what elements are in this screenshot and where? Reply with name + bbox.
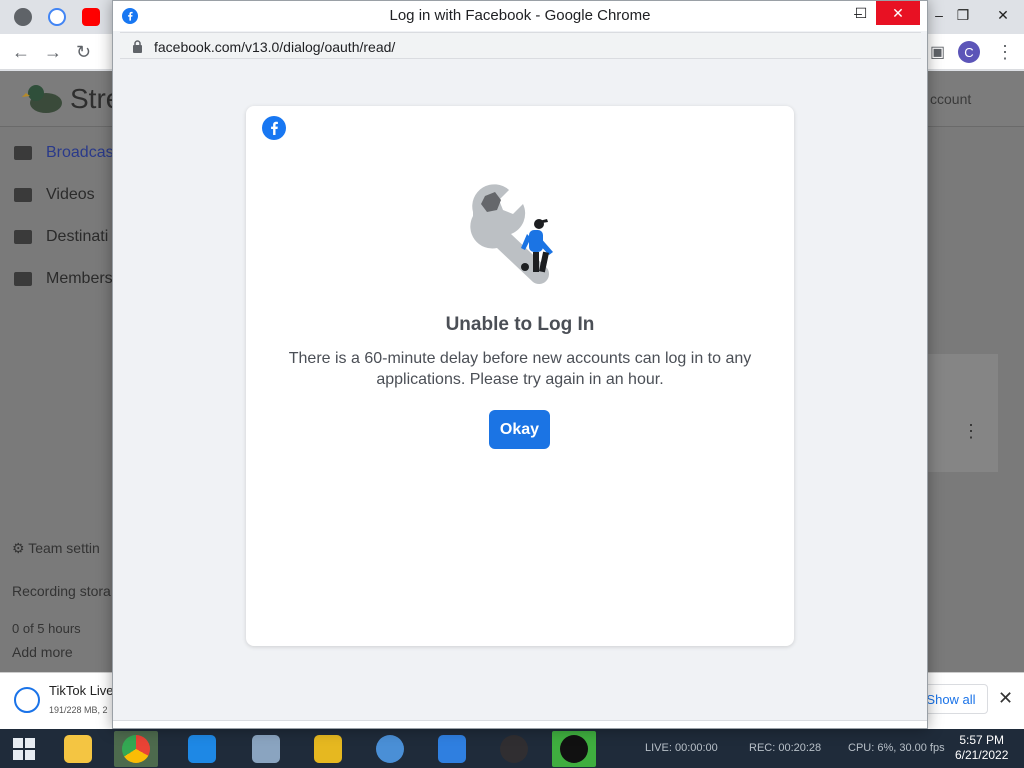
video-camera-icon (14, 146, 32, 160)
download-file-icon (14, 687, 40, 713)
facebook-logo-icon (262, 116, 286, 140)
duck-logo-icon (22, 85, 62, 113)
reload-icon[interactable]: ↻ (76, 42, 91, 63)
clock-date: 6/21/2022 (955, 748, 1009, 762)
forward-icon[interactable]: → (44, 42, 62, 63)
vscode-icon[interactable] (180, 731, 224, 767)
people-icon (14, 272, 32, 286)
okay-button[interactable]: Okay (489, 410, 550, 449)
sidepanel-icon[interactable]: ▣ (930, 42, 945, 62)
start-button[interactable] (0, 729, 48, 768)
facebook-login-popup: Log in with Facebook - Google Chrome – ☐… (112, 0, 928, 729)
wrench-worker-illustration-icon (470, 184, 553, 284)
popup-bottom-edge (113, 720, 927, 728)
nav-label: Destinati (46, 228, 109, 245)
add-more-link[interactable]: Add more (12, 644, 73, 660)
dialog-title: Unable to Log In (445, 314, 595, 335)
globe-icon[interactable] (14, 8, 32, 26)
close-icon[interactable]: ✕ (986, 0, 1020, 30)
more-menu-icon[interactable]: ⋮ (996, 42, 1014, 63)
error-dialog-card: Unable to Log In There is a 60-minute de… (246, 106, 794, 646)
rec-status: REC: 00:20:28 (749, 742, 822, 754)
app-sun-icon[interactable] (430, 731, 474, 767)
team-settings-link[interactable]: ⚙ Team settin (12, 540, 100, 557)
popup-content: Unable to Log In There is a 60-minute de… (113, 60, 927, 720)
nav-broadcasts[interactable]: Broadcas (14, 144, 114, 162)
app-tl-icon[interactable] (368, 731, 412, 767)
live-status: LIVE: 00:00:00 (645, 742, 718, 754)
team-settings-label: Team settin (28, 540, 100, 556)
back-icon[interactable]: ← (12, 42, 30, 63)
restore-icon[interactable]: ❐ (946, 0, 980, 30)
more-options-icon[interactable]: ⋮ (962, 421, 980, 442)
video-library-icon (14, 188, 32, 202)
download-progress: 191/228 MB, 2 (49, 705, 108, 715)
google-icon[interactable] (48, 8, 66, 26)
storage-used: 0 of 5 hours (12, 621, 81, 636)
windows-logo-icon (13, 737, 35, 760)
dialog-message: There is a 60-minute delay before new ac… (288, 350, 752, 388)
popup-title-bar: Log in with Facebook - Google Chrome – ☐… (113, 1, 927, 31)
app-game-icon[interactable] (306, 731, 350, 767)
background-panel (928, 354, 998, 472)
nav-label: Members (46, 270, 113, 287)
nav-label: Videos (46, 186, 95, 203)
tiktok-icon[interactable] (552, 731, 596, 767)
avatar-letter: C (964, 44, 974, 60)
file-explorer-icon[interactable] (56, 731, 100, 767)
avatar[interactable]: C (958, 41, 980, 63)
nav-destinations[interactable]: Destinati (14, 228, 108, 246)
lock-icon[interactable] (132, 40, 143, 53)
clock[interactable]: 5:57 PM 6/21/2022 (955, 733, 1008, 763)
youtube-icon[interactable] (82, 8, 100, 26)
recording-storage-label: Recording stora (12, 583, 111, 599)
nav-label: Broadcas (46, 144, 114, 161)
nav-members[interactable]: Members (14, 270, 113, 288)
clock-time: 5:57 PM (959, 733, 1005, 747)
popup-close-icon[interactable]: ✕ (876, 1, 920, 25)
download-title[interactable]: TikTok Live (49, 683, 114, 698)
chrome-taskbar-icon[interactable] (114, 731, 158, 767)
popup-window-title: Log in with Facebook - Google Chrome (389, 7, 651, 24)
performance-monitor-icon[interactable] (244, 731, 288, 767)
close-download-bar-icon[interactable]: ✕ (998, 688, 1013, 709)
popup-url[interactable]: facebook.com/v13.0/dialog/oauth/read/ (154, 39, 395, 55)
nav-videos[interactable]: Videos (14, 186, 95, 204)
popup-address-bar[interactable]: facebook.com/v13.0/dialog/oauth/read/ (120, 32, 921, 59)
obs-icon[interactable] (492, 731, 536, 767)
share-icon (14, 230, 32, 244)
account-link[interactable]: ccount (930, 91, 971, 107)
stats-status: CPU: 6%, 30.00 fps (848, 742, 945, 754)
